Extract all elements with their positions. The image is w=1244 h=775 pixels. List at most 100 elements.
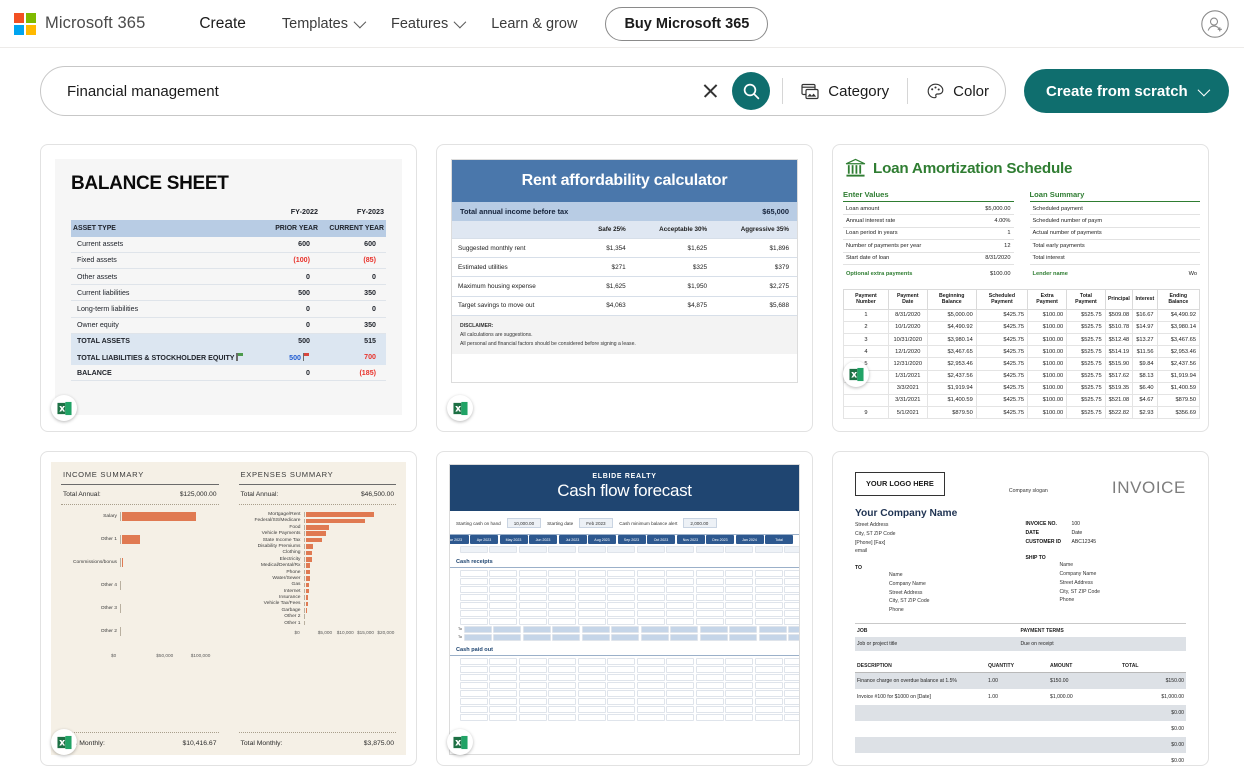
total-header-cell: Total: [765, 535, 793, 544]
template-card-loan-amortization[interactable]: Loan Amortization Schedule Enter Values …: [832, 144, 1209, 432]
table-row: Supplies: [456, 697, 799, 705]
search-bar: Category Color: [40, 66, 1006, 116]
spreadsheet-cell: [548, 697, 576, 705]
chart-bar-label: Federal/SS/Medicare: [254, 518, 301, 524]
job-value: Job or project title: [857, 640, 898, 647]
invoice-item-row: $0.00: [1171, 725, 1184, 732]
invoice-item-row: Invoice #100 for $1000 on [Date] 1.00 $1,0…: [857, 693, 1184, 700]
template-card-invoice[interactable]: YOUR LOGO HERE Company slogan INVOICE Yo…: [832, 451, 1209, 766]
chart-bar-row: Insurance: [239, 595, 397, 600]
table-row: Cash sales: [456, 569, 799, 577]
table-row: Total early payments: [1029, 239, 1200, 253]
invoice-item-row: $0.00: [855, 736, 1186, 753]
category-filter-button[interactable]: Category: [795, 79, 895, 104]
balance-sheet-table: FY-2022 FY-2023 ASSET TYPE PRIOR YEAR CU…: [71, 203, 386, 382]
spreadsheet-cell: [581, 625, 610, 633]
table-row: Annual interest rate 4.00%: [843, 214, 1014, 228]
income-value: $65,000: [762, 207, 789, 216]
buy-microsoft-365-button[interactable]: Buy Microsoft 365: [605, 6, 769, 41]
template-card-balance-sheet[interactable]: BALANCE SHEET FY-2022 FY-2023 ASSET TYPE…: [40, 144, 417, 432]
chart-bar: [305, 518, 366, 524]
spreadsheet-cell: [695, 673, 724, 681]
spreadsheet-cell: [695, 697, 724, 705]
nav-item-features[interactable]: Features: [377, 10, 477, 38]
spreadsheet-cell: [548, 713, 576, 721]
spreadsheet-cell: [784, 689, 799, 697]
nav-item-learn-grow[interactable]: Learn & grow: [477, 10, 591, 38]
spreadsheet-cell: [640, 633, 669, 641]
month-header-cell: Jan 2024: [735, 535, 764, 544]
excel-file-badge: [51, 729, 77, 755]
spreadsheet-cell: [725, 617, 753, 625]
color-filter-button[interactable]: Color: [920, 78, 995, 105]
cash-paid-out-title: Cash paid out: [450, 642, 799, 656]
chart-bar-label: Medical/Dental/Rx: [260, 563, 301, 569]
nav-item-features-label: Features: [390, 15, 449, 32]
spreadsheet-cell: [725, 593, 753, 601]
spreadsheet-cell: [636, 569, 665, 577]
spreadsheet-cell: [489, 569, 517, 577]
table-row: 9 5/1/2021 $879.50 $425.75 $100.00 $525.75 $52…: [843, 406, 1200, 420]
invoice-customer-row: CUSTOMER ID ABC12345: [1025, 538, 1097, 545]
spreadsheet-cell: [784, 601, 799, 609]
spreadsheet-cell: [459, 593, 488, 601]
spreadsheet-cell: [784, 673, 799, 681]
chart-bar-label: Phone: [286, 569, 301, 575]
spreadsheet-cell: [577, 585, 606, 593]
template-card-income-expenses[interactable]: INCOME SUMMARY Total Annual: $125,000.00…: [40, 451, 417, 766]
table-row: Number of payments per year 12: [843, 239, 1014, 253]
spreadsheet-cell: [459, 617, 488, 625]
nav-item-templates[interactable]: Templates: [268, 10, 377, 38]
spreadsheet-cell: [670, 625, 698, 633]
table-row: Owner equity 0 350: [71, 317, 386, 334]
rent-income-row: Total annual income before tax $65,000: [452, 202, 797, 221]
search-input[interactable]: [65, 81, 699, 101]
table-row: Estimated utilities $271 $325 $379: [452, 257, 797, 278]
spreadsheet-cell: [518, 585, 547, 593]
table-row: 3/3/2021 $1,919.94 $425.75 $100.00 $525.75 $5…: [843, 381, 1200, 395]
nav-item-create[interactable]: Create: [185, 9, 268, 39]
spreadsheet-cell: [636, 697, 665, 705]
spreadsheet-cell: [725, 601, 753, 609]
chart-bar-row: Gas: [239, 582, 397, 587]
spreadsheet-cell: [489, 609, 517, 617]
table-row-total: Total cash receipts: [456, 625, 799, 633]
chart-bar: [305, 569, 311, 575]
spreadsheet-cell: [636, 665, 665, 673]
loan-columns: Enter Values Loan amount $5,000.00 Annual…: [843, 190, 1200, 280]
create-from-scratch-button[interactable]: Create from scratch: [1024, 69, 1229, 113]
table-row-optional: Optional extra payments $100.00: [846, 270, 1011, 277]
template-card-cash-flow[interactable]: ELBIDE REALTY Cash flow forecast Startin…: [436, 451, 813, 766]
spreadsheet-cell: [518, 569, 547, 577]
spreadsheet-cell: [725, 585, 753, 593]
loan-title: Loan Amortization Schedule: [873, 159, 1073, 177]
chevron-down-icon: [453, 15, 467, 29]
chart-bar-label: Vehicle Tax/Fees: [263, 601, 301, 607]
search-submit-button[interactable]: [732, 72, 771, 110]
spreadsheet-cell: [784, 577, 799, 585]
chart-bar: [305, 512, 375, 517]
spreadsheet-cell: [784, 697, 799, 705]
spreadsheet-cell: [666, 673, 694, 681]
table-row: Cash in hand (beginning of month): [456, 545, 799, 553]
spreadsheet-cell: [518, 601, 547, 609]
spreadsheet-cell: [459, 689, 488, 697]
cash-paid-out-rows: AdvertisingCommissions and feesContract …: [450, 657, 799, 721]
spreadsheet-cell: [666, 705, 694, 713]
spreadsheet-cell: [784, 585, 799, 593]
spreadsheet-cell: [518, 705, 547, 713]
spreadsheet-cell: [548, 665, 576, 673]
chart-bar-row: Other 1: [239, 621, 397, 626]
chart-bar: [305, 595, 308, 600]
clear-search-button[interactable]: [698, 78, 724, 104]
month-header-cell: Aug 2023: [588, 535, 616, 544]
chevron-down-icon: [353, 15, 367, 29]
nav-links: Create Templates Features Learn & grow B…: [185, 6, 769, 41]
table-row-total-liabilities: TOTAL LIABILITIES & STOCKHOLDER EQUITY 5…: [71, 348, 386, 366]
job-terms-values: Job or project title Due on receipt: [855, 636, 1186, 651]
chart-bar-label: Electricity: [279, 556, 301, 562]
template-card-rent-calculator[interactable]: Rent affordability calculator Total annu…: [436, 144, 813, 432]
category-icon: [801, 83, 819, 99]
spreadsheet-cell: [518, 657, 547, 665]
account-avatar-button[interactable]: [1200, 9, 1230, 39]
